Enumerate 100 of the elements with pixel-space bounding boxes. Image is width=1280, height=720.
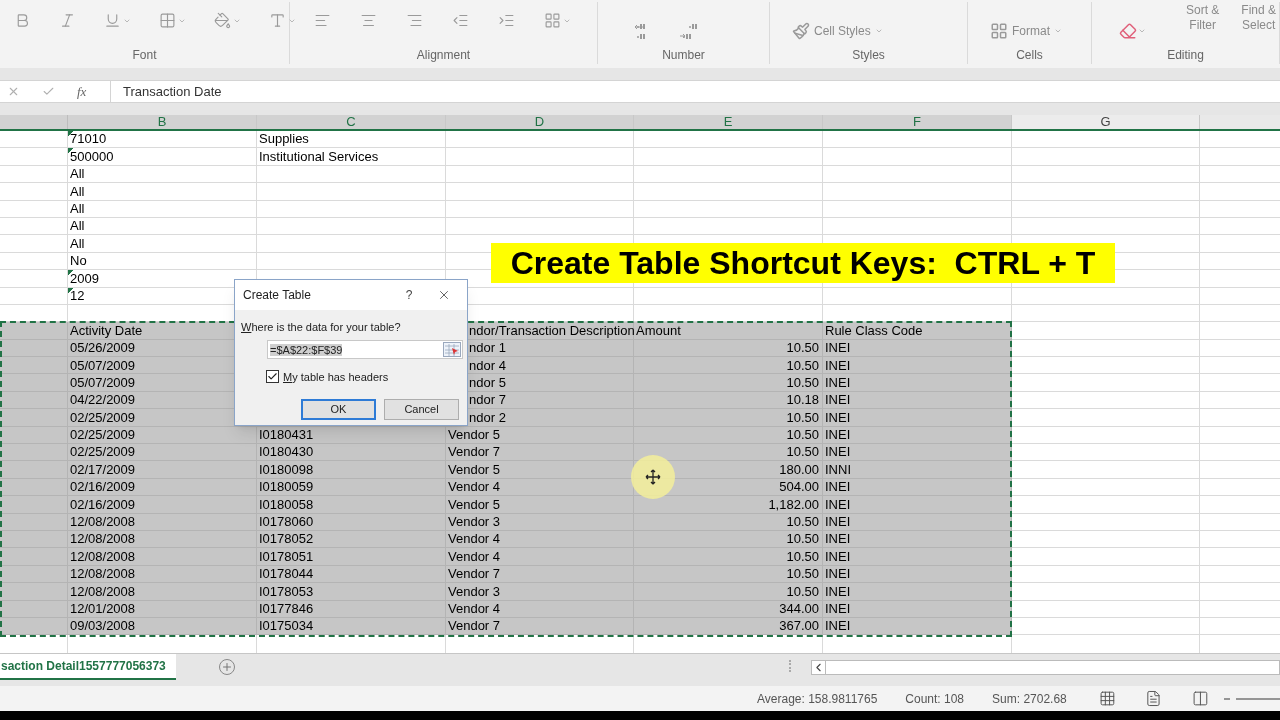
column-header[interactable]: B xyxy=(68,115,257,129)
sheet-tab[interactable]: saction Detail1557777056373 xyxy=(0,654,176,681)
table-cell: All xyxy=(68,183,257,201)
table-cell: INEI xyxy=(823,583,1012,601)
enter-icon[interactable] xyxy=(42,85,55,98)
align-center-icon[interactable] xyxy=(360,12,377,29)
eraser-icon[interactable] xyxy=(1118,22,1138,40)
page-layout-icon[interactable] xyxy=(1144,690,1162,708)
table-cell xyxy=(0,357,68,375)
merge-icon[interactable] xyxy=(544,12,561,29)
cell-styles-button[interactable]: Cell Styles xyxy=(814,22,871,40)
table-cell xyxy=(0,461,68,479)
cursor-highlight-icon xyxy=(631,455,675,499)
column-header[interactable]: E xyxy=(634,115,823,129)
table-cell: Vendor 5 xyxy=(446,461,634,479)
group-label: Number xyxy=(662,47,705,64)
column-heading: Rule Class Code xyxy=(823,322,1012,340)
format-button[interactable]: Format xyxy=(1012,22,1050,40)
table-cell: 71010 xyxy=(68,131,257,149)
table-cell: All xyxy=(68,235,257,253)
decrease-indent-icon[interactable] xyxy=(452,12,469,29)
font-color-icon[interactable] xyxy=(269,12,286,29)
table-cell: 02/17/2009 xyxy=(68,461,257,479)
caret-icon xyxy=(1138,27,1146,35)
table-cell: INNI xyxy=(823,461,1012,479)
table-cell xyxy=(0,270,68,288)
count-readout: Count: 108 xyxy=(905,690,965,708)
table-cell xyxy=(0,444,68,462)
table-cell: I0180058 xyxy=(257,496,446,514)
table-cell: Vendor 4 xyxy=(446,548,634,566)
cancel-icon[interactable] xyxy=(7,85,20,98)
table-cell: I0180098 xyxy=(257,461,446,479)
cancel-button[interactable]: Cancel xyxy=(384,399,459,420)
sum-readout: Sum: 2702.68 xyxy=(992,690,1067,708)
caret-icon xyxy=(1054,27,1062,35)
table-cell: INEI xyxy=(823,357,1012,375)
align-right-icon[interactable] xyxy=(406,12,423,29)
column-header[interactable]: C xyxy=(257,115,446,129)
table-cell xyxy=(0,409,68,427)
table-cell: I0178051 xyxy=(257,548,446,566)
table-cell: INEI xyxy=(823,496,1012,514)
table-cell: Vendor 7 xyxy=(446,444,634,462)
range-input[interactable]: =$A$22:$F$39 xyxy=(270,344,343,356)
table-cell xyxy=(0,496,68,514)
table-cell: INEI xyxy=(823,374,1012,392)
table-cell: 500000 xyxy=(68,148,257,166)
border-icon[interactable] xyxy=(159,12,176,29)
table-cell: Supplies xyxy=(257,131,446,149)
table-cell: 10.50 xyxy=(634,444,823,462)
align-left-icon[interactable] xyxy=(314,12,331,29)
horizontal-scrollbar[interactable] xyxy=(810,660,1280,676)
table-cell: INEI xyxy=(823,548,1012,566)
table-cell: 12/08/2008 xyxy=(68,548,257,566)
fill-color-icon[interactable] xyxy=(214,12,231,29)
shortcut-banner: Create Table Shortcut Keys: CTRL + T xyxy=(491,243,1115,283)
table-cell xyxy=(0,583,68,601)
column-heading: Amount xyxy=(634,322,823,340)
range-picker-icon[interactable] xyxy=(443,341,461,357)
column-header[interactable]: D xyxy=(446,115,634,129)
group-label: Styles xyxy=(852,47,885,64)
paintbrush-icon xyxy=(792,22,810,40)
find-select-button[interactable]: Find & Select xyxy=(1241,3,1277,33)
table-cell: 12/08/2008 xyxy=(68,583,257,601)
table-cell xyxy=(0,183,68,201)
headers-checkbox[interactable] xyxy=(266,370,279,384)
sort-filter-button[interactable]: Sort & Filter xyxy=(1186,3,1220,33)
table-cell: INEI xyxy=(823,409,1012,427)
table-cell: 02/16/2009 xyxy=(68,496,257,514)
insert-function-button[interactable]: fx xyxy=(77,81,87,102)
headers-checkbox-label: My table has headers xyxy=(283,369,389,385)
ok-button[interactable]: OK xyxy=(301,399,376,420)
help-button[interactable]: ? xyxy=(397,286,421,304)
decrease-decimal-icon[interactable] xyxy=(678,22,700,42)
underline-icon[interactable] xyxy=(104,12,121,29)
formula-input[interactable]: Transaction Date xyxy=(111,81,222,102)
table-cell xyxy=(0,548,68,566)
table-cell: 10.50 xyxy=(634,548,823,566)
table-cell: Institutional Services xyxy=(257,148,446,166)
page-break-preview-icon[interactable] xyxy=(1191,690,1209,708)
table-cell: INEI xyxy=(823,444,1012,462)
table-cell xyxy=(0,235,68,253)
table-cell: 10.50 xyxy=(634,409,823,427)
split-handle-icon[interactable] xyxy=(788,660,791,673)
average-readout: Average: 158.9811765 xyxy=(757,690,878,708)
table-cell: Vendor 3 xyxy=(446,583,634,601)
table-cell: 02/25/2009 xyxy=(68,444,257,462)
normal-view-icon[interactable] xyxy=(1098,690,1116,708)
table-cell: 2009 xyxy=(68,270,257,288)
table-cell: 10.50 xyxy=(634,357,823,375)
table-cell xyxy=(0,148,68,166)
table-cell: Vendor 5 xyxy=(446,496,634,514)
italic-icon[interactable] xyxy=(59,12,76,29)
increase-indent-icon[interactable] xyxy=(498,12,515,29)
group-label: Editing xyxy=(1167,47,1204,64)
column-header[interactable]: F xyxy=(823,115,1012,129)
format-cells-icon xyxy=(990,22,1008,40)
table-cell xyxy=(0,131,68,149)
table-cell: I0178053 xyxy=(257,583,446,601)
table-cell xyxy=(0,322,68,340)
table-cell: 10.50 xyxy=(634,583,823,601)
